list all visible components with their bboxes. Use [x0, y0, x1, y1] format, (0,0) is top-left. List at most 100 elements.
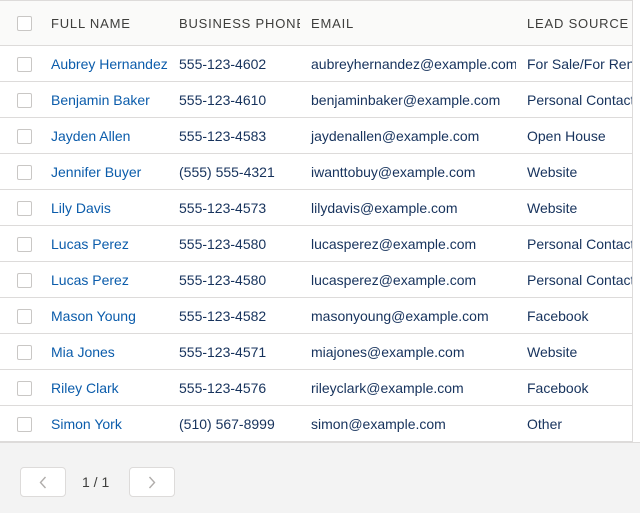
full-name-link[interactable]: Riley Clark — [51, 380, 119, 396]
row-select-checkbox[interactable] — [16, 200, 32, 216]
lead-source-cell: Website — [527, 163, 578, 180]
business-phone-cell: 555-123-4573 — [179, 199, 267, 216]
business-phone-cell: 555-123-4602 — [179, 55, 267, 72]
email-cell: lucasperez@example.com — [311, 271, 477, 288]
row-select-cell — [0, 406, 40, 442]
table-row: Lucas Perez 555-123-4580 lucasperez@exampl… — [0, 226, 633, 262]
email-cell: lucasperez@example.com — [311, 235, 477, 252]
business-phone-cell: 555-123-4582 — [179, 307, 267, 324]
row-select-cell — [0, 334, 40, 370]
business-phone-cell: 555-123-4576 — [179, 379, 267, 396]
table-row: Simon York (510) 567-8999 simon@example.co… — [0, 406, 632, 442]
lead-list-page: FULL NAME BUSINESS PHONE EMAIL LEAD SOUR… — [0, 0, 640, 513]
row-select-cell — [0, 46, 40, 82]
table-row: Mia Jones 555-123-4571 miajones@example.co… — [0, 334, 632, 370]
lead-source-cell: Open House — [527, 127, 606, 144]
full-name-link[interactable]: Benjamin Baker — [51, 92, 150, 108]
row-select-cell — [0, 298, 40, 334]
email-cell: miajones@example.com — [311, 343, 465, 360]
full-name-cell: Mia Jones — [40, 334, 168, 370]
table-row: Benjamin Baker 555-123-4610 benjaminbaker@… — [0, 82, 633, 118]
row-select-cell — [0, 190, 40, 226]
table-row: Aubrey Hernandez 555-123-4602 aubreyhernan… — [0, 46, 632, 82]
full-name-cell: Simon York — [40, 406, 168, 442]
table-row: Lucas Perez 555-123-4580 lucasperez@exampl… — [0, 262, 633, 298]
row-select-checkbox[interactable] — [16, 308, 32, 324]
row-select-cell — [0, 118, 40, 154]
full-name-cell: Lucas Perez — [40, 226, 168, 262]
column-header-lead-source[interactable]: LEAD SOURCE — [516, 1, 632, 46]
lead-source-cell: Facebook — [527, 307, 589, 324]
lead-source-cell: Personal Contacts — [527, 235, 633, 252]
full-name-link[interactable]: Jennifer Buyer — [51, 164, 141, 180]
row-select-checkbox[interactable] — [16, 416, 32, 432]
full-name-cell: Benjamin Baker — [40, 82, 168, 118]
row-select-cell — [0, 262, 40, 298]
row-select-cell — [0, 370, 40, 406]
full-name-cell: Jayden Allen — [40, 118, 168, 154]
full-name-cell: Lily Davis — [40, 190, 168, 226]
business-phone-cell: (510) 567-8999 — [179, 415, 275, 432]
full-name-cell: Mason Young — [40, 298, 168, 334]
row-select-cell — [0, 82, 40, 118]
lead-source-cell: Facebook — [527, 379, 589, 396]
full-name-link[interactable]: Mia Jones — [51, 344, 115, 360]
row-select-checkbox[interactable] — [16, 164, 32, 180]
full-name-cell: Riley Clark — [40, 370, 168, 406]
lead-source-cell: Personal Contacts — [527, 271, 633, 288]
lead-source-cell: Other — [527, 415, 563, 432]
page-indicator: 1 / 1 — [82, 474, 110, 490]
full-name-cell: Jennifer Buyer — [40, 154, 168, 190]
full-name-link[interactable]: Lucas Perez — [51, 272, 129, 288]
select-all-checkbox[interactable] — [16, 16, 32, 32]
business-phone-cell: 555-123-4583 — [179, 127, 267, 144]
pagination-bar: 1 / 1 — [0, 442, 640, 513]
email-cell: jaydenallen@example.com — [311, 127, 480, 144]
column-header-full-name[interactable]: FULL NAME — [40, 1, 168, 46]
chevron-left-icon — [39, 476, 47, 489]
business-phone-cell: 555-123-4580 — [179, 235, 267, 252]
row-select-checkbox[interactable] — [16, 92, 32, 108]
table-header-row: FULL NAME BUSINESS PHONE EMAIL LEAD SOUR… — [0, 0, 632, 46]
table-row: Riley Clark 555-123-4576 rileyclark@exampl… — [0, 370, 632, 406]
next-page-button[interactable] — [129, 467, 175, 497]
column-header-business-phone[interactable]: BUSINESS PHONE — [168, 1, 300, 46]
full-name-link[interactable]: Mason Young — [51, 308, 136, 324]
table-row: Lily Davis 555-123-4573 lilydavis@example.… — [0, 190, 632, 226]
chevron-right-icon — [148, 476, 156, 489]
full-name-link[interactable]: Simon York — [51, 416, 122, 432]
email-cell: lilydavis@example.com — [311, 199, 458, 216]
lead-source-cell: Personal Contacts — [527, 91, 633, 108]
row-select-checkbox[interactable] — [16, 128, 32, 144]
full-name-link[interactable]: Lucas Perez — [51, 236, 129, 252]
full-name-link[interactable]: Aubrey Hernandez — [51, 56, 168, 72]
email-cell: rileyclark@example.com — [311, 379, 464, 396]
row-select-checkbox[interactable] — [16, 272, 32, 288]
full-name-link[interactable]: Lily Davis — [51, 200, 111, 216]
lead-source-cell: Website — [527, 343, 578, 360]
leads-table: FULL NAME BUSINESS PHONE EMAIL LEAD SOUR… — [0, 0, 633, 442]
table-row: Jayden Allen 555-123-4583 jaydenallen@exam… — [0, 118, 632, 154]
business-phone-cell: 555-123-4610 — [179, 91, 267, 108]
select-all-cell — [0, 1, 40, 46]
row-select-checkbox[interactable] — [16, 380, 32, 396]
business-phone-cell: 555-123-4571 — [179, 343, 267, 360]
row-select-cell — [0, 154, 40, 190]
lead-source-cell: Website — [527, 199, 578, 216]
row-select-checkbox[interactable] — [16, 236, 32, 252]
previous-page-button[interactable] — [20, 467, 66, 497]
email-cell: masonyoung@example.com — [311, 307, 489, 324]
email-cell: aubreyhernandez@example.com — [311, 55, 516, 72]
business-phone-cell: 555-123-4580 — [179, 271, 267, 288]
leads-table-container: FULL NAME BUSINESS PHONE EMAIL LEAD SOUR… — [0, 0, 633, 442]
column-header-email[interactable]: EMAIL — [300, 1, 516, 46]
full-name-link[interactable]: Jayden Allen — [51, 128, 130, 144]
business-phone-cell: (555) 555-4321 — [179, 163, 275, 180]
table-row: Mason Young 555-123-4582 masonyoung@exampl… — [0, 298, 632, 334]
table-body: Aubrey Hernandez 555-123-4602 aubreyhernan… — [0, 46, 633, 442]
row-select-cell — [0, 226, 40, 262]
email-cell: simon@example.com — [311, 415, 446, 432]
row-select-checkbox[interactable] — [16, 344, 32, 360]
table-row: Jennifer Buyer (555) 555-4321 iwanttobuy@e… — [0, 154, 632, 190]
row-select-checkbox[interactable] — [16, 56, 32, 72]
